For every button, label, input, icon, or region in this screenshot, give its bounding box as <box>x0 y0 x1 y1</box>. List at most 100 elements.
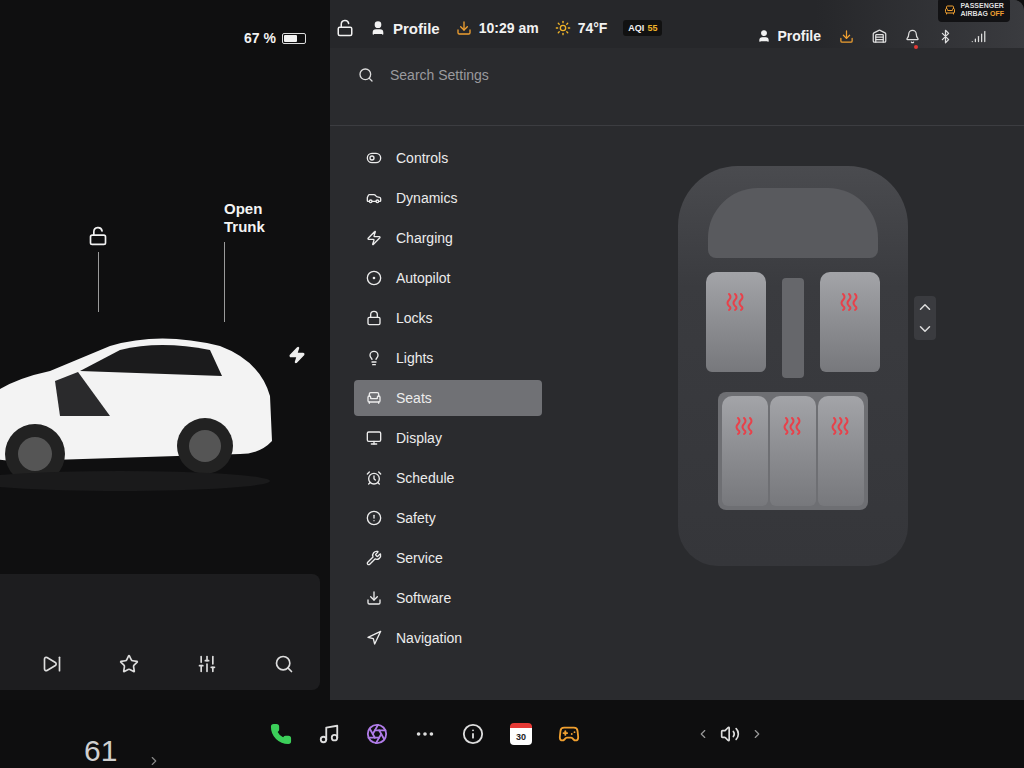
menu-item-icon <box>366 310 382 326</box>
airbag-icon <box>944 4 956 16</box>
toybox-button[interactable] <box>558 723 580 745</box>
chevron-up-icon <box>916 298 934 316</box>
equalizer-icon <box>197 654 217 674</box>
user-icon <box>370 20 386 36</box>
menu-item[interactable]: Seats <box>354 380 542 416</box>
rear-seat[interactable] <box>818 396 864 506</box>
battery-status: 67 % <box>0 30 320 46</box>
more-icon <box>414 723 436 745</box>
manual-button[interactable] <box>462 723 484 745</box>
menu-item-icon <box>366 470 382 486</box>
phone-button[interactable] <box>270 723 292 745</box>
open-trunk-button[interactable]: Open Trunk <box>224 200 284 322</box>
menu-item-icon <box>366 390 382 406</box>
front-seat[interactable] <box>706 272 766 372</box>
menu-item[interactable]: Charging <box>354 220 542 256</box>
bluetooth-icon[interactable] <box>938 29 953 44</box>
menu-item[interactable]: Controls <box>354 140 542 176</box>
menu-item[interactable]: Lights <box>354 340 542 376</box>
search-settings-field[interactable] <box>358 60 598 90</box>
search-icon <box>358 67 374 83</box>
star-icon <box>119 654 139 674</box>
more-apps-button[interactable] <box>414 723 436 745</box>
touchscreen: 67 % Open Trunk Profile 10:29 am 74°F AQI55 PA… <box>0 0 1024 768</box>
search-icon <box>274 654 294 674</box>
music-button[interactable] <box>318 723 340 745</box>
calendar-button[interactable]: 30 <box>510 723 532 745</box>
profile-button[interactable]: Profile <box>757 28 821 44</box>
car-panel: 67 % Open Trunk <box>0 0 330 700</box>
settings-menu: Controls Dynamics Charging Autopilot Locks Li… <box>330 126 550 700</box>
car-top-view <box>678 166 908 566</box>
profile-button[interactable]: Profile <box>370 20 440 37</box>
menu-item[interactable]: Autopilot <box>354 260 542 296</box>
favorite-button[interactable] <box>117 652 141 676</box>
signal-icon <box>971 29 986 44</box>
charge-port-icon[interactable] <box>288 346 306 364</box>
next-track-button[interactable] <box>40 652 64 676</box>
garage-icon[interactable] <box>872 29 887 44</box>
volume-control[interactable] <box>696 724 764 744</box>
lock-callout[interactable] <box>88 226 108 312</box>
passenger-airbag-badge: PASSENGERAIRBAG OFF <box>938 0 1010 22</box>
scroll-down-button[interactable] <box>914 318 936 340</box>
equalizer-button[interactable] <box>195 652 219 676</box>
menu-item[interactable]: Navigation <box>354 620 542 656</box>
menu-item-icon <box>366 510 382 526</box>
rear-bench <box>718 392 868 510</box>
next-icon <box>42 654 62 674</box>
battery-icon <box>282 33 306 44</box>
unlock-icon[interactable] <box>88 226 108 246</box>
weather: 74°F <box>555 20 608 36</box>
menu-item[interactable]: Safety <box>354 500 542 536</box>
toybox-icon <box>558 723 580 745</box>
alert-dot <box>914 45 918 49</box>
seat-heater-panel <box>550 126 1024 700</box>
chevron-left-icon[interactable] <box>696 727 710 741</box>
menu-item[interactable]: Schedule <box>354 460 542 496</box>
menu-item-icon <box>366 190 382 206</box>
chevron-down-icon <box>916 320 934 338</box>
volume-icon[interactable] <box>720 724 740 744</box>
menu-item-icon <box>366 350 382 366</box>
phone-icon <box>270 723 292 745</box>
media-player <box>0 574 320 690</box>
menu-item[interactable]: Locks <box>354 300 542 336</box>
sun-icon <box>555 20 571 36</box>
chevron-right-icon[interactable] <box>147 754 161 768</box>
status-bar: Profile 10:29 am 74°F AQI55 <box>330 0 1024 48</box>
settings-header: PASSENGERAIRBAG OFFProfile <box>330 48 1024 126</box>
dock: 30 <box>270 700 1024 768</box>
aqi-badge: AQI55 <box>623 20 662 36</box>
user-icon <box>757 29 771 43</box>
bell-icon <box>905 29 920 44</box>
rear-seat[interactable] <box>722 396 768 506</box>
front-seat[interactable] <box>820 272 880 372</box>
info-icon <box>462 723 484 745</box>
menu-item-icon <box>366 230 382 246</box>
rear-seat[interactable] <box>770 396 816 506</box>
menu-item-icon <box>366 430 382 446</box>
menu-item[interactable]: Software <box>354 580 542 616</box>
chevron-right-icon[interactable] <box>750 727 764 741</box>
seat-heater-icon <box>734 416 756 436</box>
menu-item[interactable]: Dynamics <box>354 180 542 216</box>
scroll-up-button[interactable] <box>914 296 936 318</box>
car-view: Open Trunk <box>0 46 320 574</box>
search-input[interactable] <box>388 66 598 84</box>
menu-item[interactable]: Service <box>354 540 542 576</box>
media-search-button[interactable] <box>272 652 296 676</box>
menu-item-icon <box>366 630 382 646</box>
speed-readout: 61 <box>0 700 330 768</box>
view-scroll <box>914 296 936 340</box>
software-update-icon[interactable] <box>839 29 854 44</box>
calendar-icon: 30 <box>510 723 532 745</box>
seat-heater-icon <box>782 416 804 436</box>
download-icon[interactable] <box>456 20 472 36</box>
time: 10:29 am <box>456 20 539 36</box>
menu-item[interactable]: Display <box>354 420 542 456</box>
seat-heater-icon <box>839 292 861 312</box>
notifications-button[interactable] <box>905 29 920 44</box>
lock-icon[interactable] <box>336 19 354 37</box>
camera-button[interactable] <box>366 723 388 745</box>
